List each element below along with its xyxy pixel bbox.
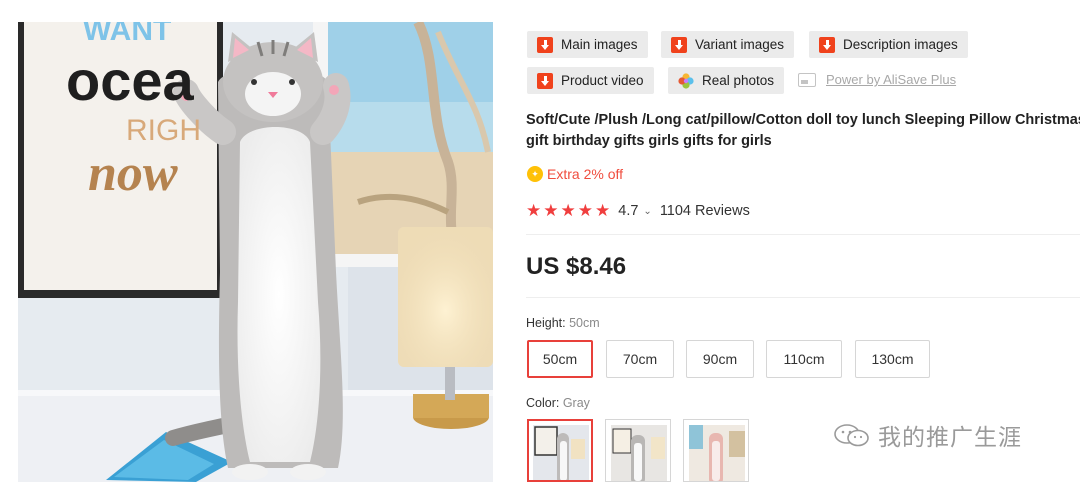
product-title: Soft/Cute /Plush /Long cat/pillow/Cotton… <box>526 112 1080 149</box>
poster-text-ocean: ocea <box>66 49 194 112</box>
download-icon <box>537 36 553 53</box>
description-images-download-button[interactable]: Description images <box>809 31 968 58</box>
star-icon: ★ <box>543 201 559 220</box>
main-images-label: Main images <box>561 37 638 52</box>
height-option-50cm[interactable]: 50cm <box>527 340 593 378</box>
wechat-watermark: 我的推广生涯 <box>832 418 1022 452</box>
rating-row: ★ ★ ★ ★ ★ 4.7 ⌄ 1104 Reviews <box>526 202 750 220</box>
poster-text-right: RIGH <box>126 114 201 147</box>
star-icon: ★ <box>595 201 611 220</box>
poster-text-now: now <box>88 145 178 202</box>
color-label: Color: <box>526 396 563 410</box>
product-price: US $8.46 <box>526 253 627 280</box>
height-selected-value: 50cm <box>569 316 600 330</box>
product-info-panel: Main images Variant images Description i… <box>526 0 1080 482</box>
divider <box>526 234 1080 235</box>
color-swatch-gray[interactable] <box>527 419 593 482</box>
description-images-label: Description images <box>843 37 958 52</box>
product-video-download-button[interactable]: Product video <box>527 67 654 94</box>
height-option-110cm[interactable]: 110cm <box>766 340 842 378</box>
divider <box>526 297 1080 298</box>
reviews-link[interactable]: 1104 Reviews <box>660 203 750 219</box>
coin-icon <box>527 166 543 182</box>
chevron-down-icon[interactable]: ⌄ <box>643 206 651 217</box>
star-icon: ★ <box>560 201 576 220</box>
wechat-icon <box>834 424 869 447</box>
height-option-90cm[interactable]: 90cm <box>686 340 754 378</box>
download-icon <box>671 36 687 53</box>
real-photos-download-button[interactable]: Real photos <box>668 67 785 94</box>
power-by-text: Power by AliSave Plus <box>826 72 957 87</box>
main-images-download-button[interactable]: Main images <box>527 31 648 58</box>
image-icon <box>798 72 816 87</box>
photos-icon <box>678 72 694 89</box>
star-icon: ★ <box>577 201 593 220</box>
download-icon <box>537 72 553 89</box>
height-option-label: Height: 50cm <box>526 316 600 330</box>
watermark-text: 我的推广生涯 <box>878 425 1022 451</box>
variant-images-label: Variant images <box>695 37 785 52</box>
rating-stars: ★ ★ ★ ★ ★ <box>526 202 610 220</box>
real-photos-label: Real photos <box>702 73 775 88</box>
color-selected-value: Gray <box>562 396 590 410</box>
height-label: Height: <box>526 316 570 330</box>
color-swatch-gray-2[interactable] <box>605 419 671 482</box>
color-option-label: Color: Gray <box>526 396 590 410</box>
product-video-label: Product video <box>561 73 644 88</box>
poster-text-want: WANT <box>83 22 171 47</box>
power-by-link[interactable]: Power by AliSave Plus <box>798 72 956 87</box>
height-option-70cm[interactable]: 70cm <box>606 340 674 378</box>
download-icon <box>819 36 835 53</box>
color-swatch-pink[interactable] <box>683 419 749 482</box>
product-main-image[interactable]: WANT ocea RIGH now <box>18 22 493 482</box>
extra-discount-text: Extra 2% off <box>547 166 624 182</box>
height-option-130cm[interactable]: 130cm <box>855 340 930 378</box>
extra-discount: Extra 2% off <box>527 166 623 182</box>
star-icon: ★ <box>526 201 542 220</box>
rating-score[interactable]: 4.7 <box>618 203 638 219</box>
variant-images-download-button[interactable]: Variant images <box>661 31 795 58</box>
